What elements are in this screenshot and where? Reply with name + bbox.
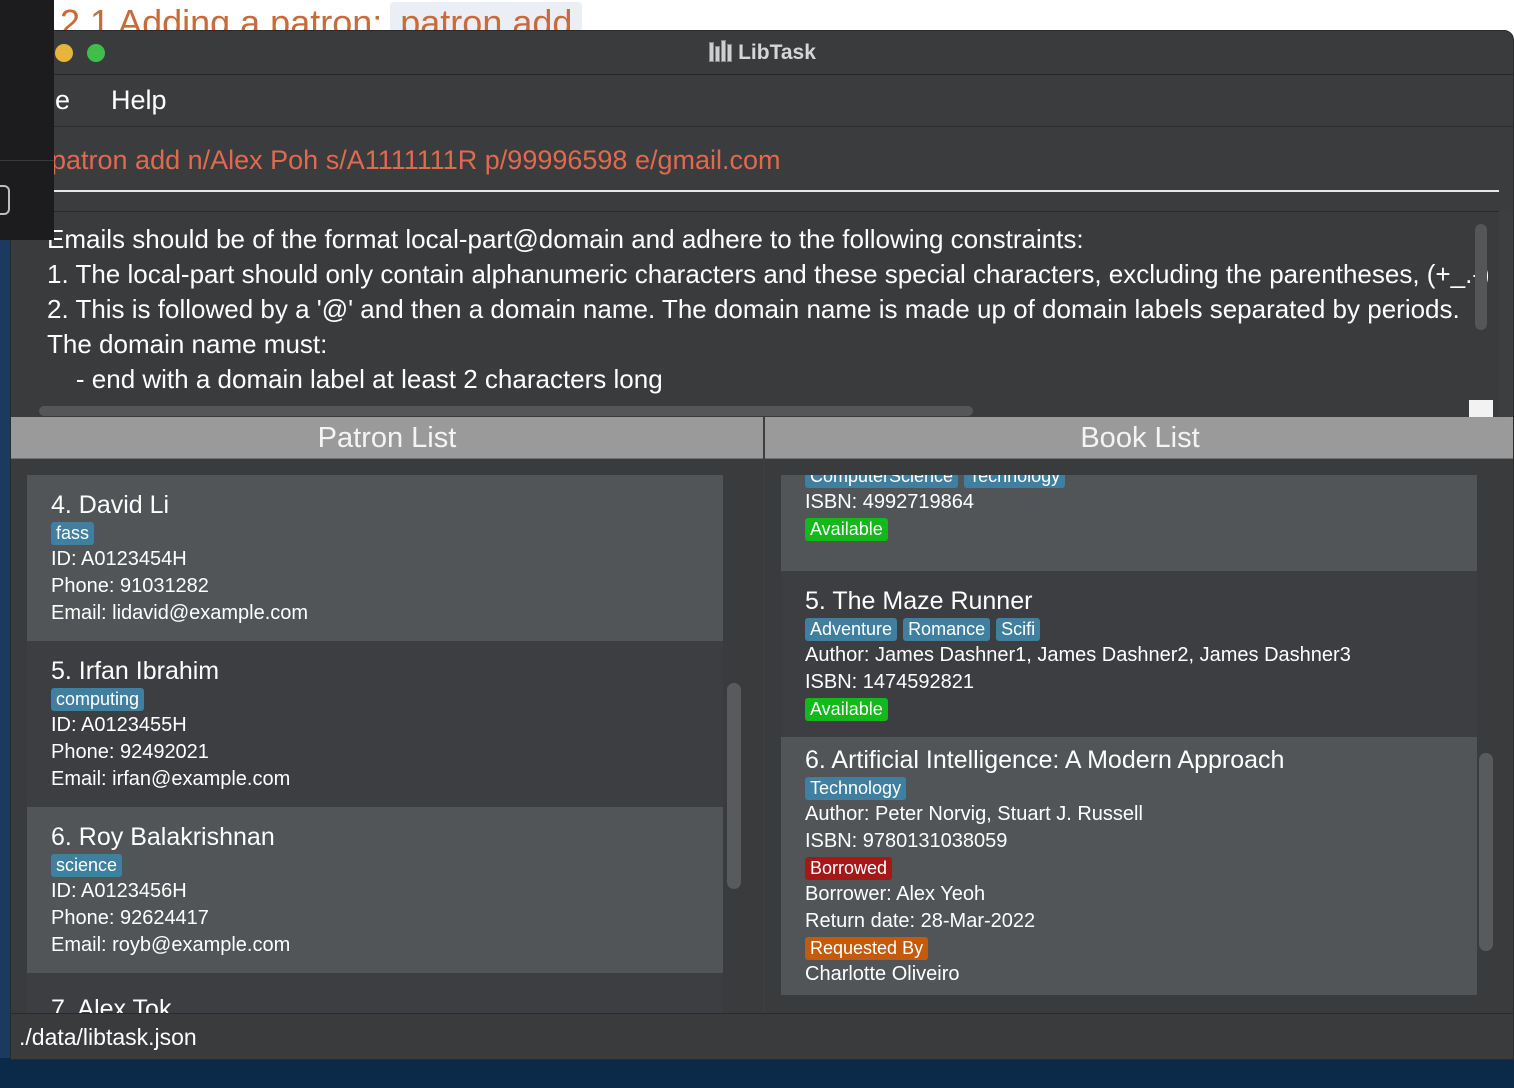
book-tag: Technology [964, 475, 1066, 488]
book-card[interactable]: 5. The Maze Runner Adventure Romance Scifi… [781, 571, 1477, 737]
book-title: 5. The Maze Runner [805, 587, 1033, 615]
book-tag: Romance [903, 618, 991, 641]
book-borrower: Borrower: Alex Yeoh [805, 883, 986, 905]
book-isbn: ISBN: 4992719864 [805, 491, 975, 513]
patron-id: ID: A0123454H [51, 548, 187, 570]
books-icon [708, 40, 733, 62]
command-box: patron add n/Alex Poh s/A1111111R p/9999… [11, 127, 1513, 211]
status-bar: ./data/libtask.json [11, 1013, 1513, 1059]
patron-name: 7. Alex Tok [51, 995, 172, 1013]
title-bar[interactable]: LibTask [11, 31, 1513, 75]
result-line: 2. This is followed by a '@' and then a … [47, 294, 1460, 324]
patron-card[interactable]: 5. Irfan Ibrahim computing ID: A0123455H… [27, 641, 723, 807]
book-list[interactable]: ComputerScience Technology ISBN: 49927198… [781, 475, 1477, 1013]
result-line: - end with a domain label at least 2 cha… [47, 364, 663, 394]
window-title: LibTask [11, 40, 1513, 65]
status-available-badge: Available [805, 518, 888, 541]
patron-email: Email: lidavid@example.com [51, 602, 309, 624]
window-title-text: LibTask [738, 41, 816, 64]
patron-card[interactable]: 6. Roy Balakrishnan science ID: A0123456… [27, 807, 723, 973]
book-card[interactable]: ComputerScience Technology ISBN: 49927198… [781, 475, 1477, 571]
book-tag: Adventure [805, 618, 898, 641]
background-taskbar [0, 1058, 1514, 1088]
partial-control [0, 185, 10, 215]
book-return-date: Return date: 28-Mar-2022 [805, 910, 1036, 932]
book-list-panel: Book List ComputerScience Technology ISBN… [765, 417, 1513, 1013]
book-card[interactable]: 6. Artificial Intelligence: A Modern App… [781, 737, 1477, 995]
libtask-window: LibTask ile Help patron add n/Alex Poh s… [10, 30, 1514, 1060]
book-tag: Scifi [996, 618, 1041, 641]
patron-card[interactable]: 7. Alex Tok [27, 973, 723, 1013]
data-file-path: ./data/libtask.json [19, 1024, 197, 1050]
patron-tag: science [51, 854, 123, 877]
result-line: The domain name must: [47, 329, 328, 359]
patron-list[interactable]: 4. David Li fass ID: A0123454H Phone: 91… [27, 475, 723, 1013]
book-tag: ComputerScience [805, 475, 959, 488]
patron-tag: computing [51, 688, 145, 711]
patron-list-scrollbar[interactable] [727, 683, 741, 889]
status-available-badge: Available [805, 698, 888, 721]
scroll-corner [1469, 400, 1493, 418]
result-text: Emails should be of the format local-par… [47, 222, 1490, 397]
book-requester: Charlotte Oliveiro [805, 963, 960, 985]
patron-phone: Phone: 91031282 [51, 575, 209, 597]
patron-email: Email: royb@example.com [51, 934, 291, 956]
book-author: Author: Peter Norvig, Stuart J. Russell [805, 803, 1143, 825]
patron-phone: Phone: 92492021 [51, 741, 209, 763]
status-requested-badge: Requested By [805, 937, 929, 960]
divider [0, 160, 54, 161]
command-underline [51, 190, 1499, 192]
result-horizontal-scrollbar[interactable] [39, 406, 973, 416]
background-side-window [0, 0, 54, 240]
patron-email: Email: irfan@example.com [51, 768, 291, 790]
result-line: Emails should be of the format local-par… [47, 224, 1084, 254]
patron-list-panel: Patron List 4. David Li fass ID: A012345… [11, 417, 763, 1013]
patron-list-header: Patron List [11, 417, 763, 459]
patron-name: 5. Irfan Ibrahim [51, 657, 220, 685]
book-list-header: Book List [765, 417, 1513, 459]
book-title: 6. Artificial Intelligence: A Modern App… [805, 746, 1285, 774]
result-vertical-scrollbar[interactable] [1475, 224, 1487, 330]
book-isbn: ISBN: 9780131038059 [805, 830, 1008, 852]
patron-name: 6. Roy Balakrishnan [51, 823, 275, 851]
menu-help[interactable]: Help [111, 85, 167, 116]
patron-card[interactable]: 4. David Li fass ID: A0123454H Phone: 91… [27, 475, 723, 641]
result-line: 1. The local-part should only contain al… [47, 259, 1490, 289]
book-list-scrollbar[interactable] [1479, 753, 1493, 951]
patron-id: ID: A0123455H [51, 714, 187, 736]
menu-bar: ile Help [11, 75, 1513, 127]
book-author: Author: James Dashner1, James Dashner2, … [805, 644, 1351, 666]
book-tag: Technology [805, 777, 907, 800]
patron-phone: Phone: 92624417 [51, 907, 209, 929]
book-isbn: ISBN: 1474592821 [805, 671, 975, 693]
command-input[interactable]: patron add n/Alex Poh s/A1111111R p/9999… [51, 145, 781, 176]
status-borrowed-badge: Borrowed [805, 857, 893, 880]
patron-name: 4. David Li [51, 491, 170, 519]
patron-tag: fass [51, 522, 95, 545]
patron-id: ID: A0123456H [51, 880, 187, 902]
result-display: Emails should be of the format local-par… [11, 211, 1499, 418]
